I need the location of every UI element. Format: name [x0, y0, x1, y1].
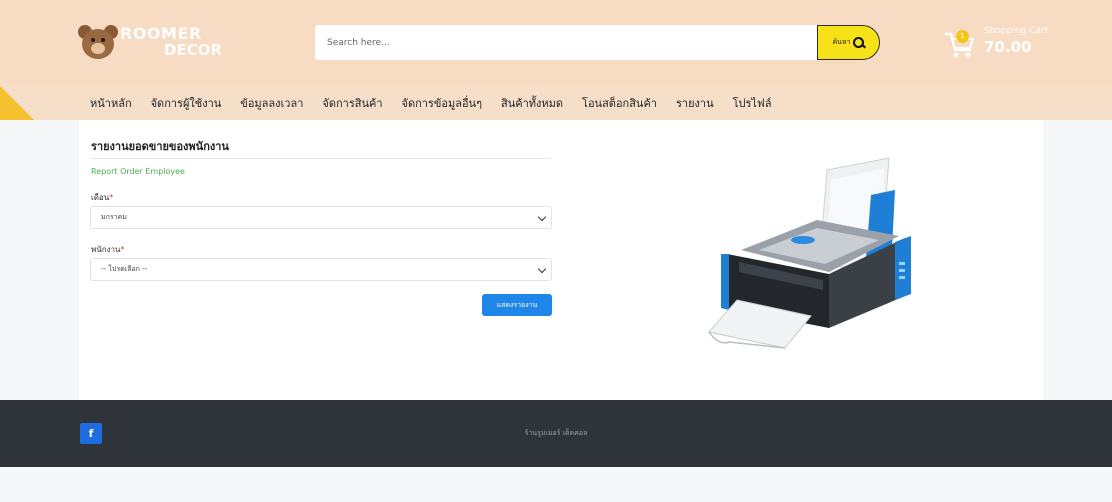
nav-item-reports[interactable]: รายงาน: [676, 94, 714, 112]
title-divider: [90, 158, 551, 159]
search-input[interactable]: [315, 25, 815, 60]
logo-line-2: DECOR: [164, 41, 223, 59]
month-select-value: มกราคม: [101, 213, 127, 221]
employee-select[interactable]: -- โปรดเลือก --: [90, 258, 552, 281]
chevron-down-icon: [537, 264, 547, 274]
site-logo[interactable]: ROOMER DECOR: [78, 22, 222, 62]
show-report-button[interactable]: แสดงรายงาน: [482, 294, 552, 316]
footer-copyright: ร้านรูมเมอร์ เด็คคอล: [524, 429, 588, 437]
bear-logo-icon: [78, 23, 118, 61]
site-footer: f ร้านรูมเมอร์ เด็คคอล: [0, 400, 1112, 467]
cart-total: 70.00: [984, 38, 1032, 56]
required-mark: *: [120, 245, 125, 254]
nav-item-profile[interactable]: โปรไฟล์: [733, 94, 772, 112]
search-button[interactable]: ค้นหา: [817, 25, 880, 60]
search-bar: ค้นหา: [315, 25, 880, 60]
nav-item-stock-transfer[interactable]: โอนสต็อกสินค้า: [582, 94, 657, 112]
month-label-text: เดือน: [91, 193, 110, 202]
nav-item-all-products[interactable]: สินค้าทั้งหมด: [501, 94, 563, 112]
nav-item-products[interactable]: จัดการสินค้า: [322, 94, 382, 112]
employee-label-text: พนักงาน: [91, 245, 121, 254]
month-select[interactable]: มกราคม: [90, 206, 552, 229]
nav-item-other-data[interactable]: จัดการข้อมูลอื่นๆ: [402, 94, 483, 112]
nav-item-timesheet[interactable]: ข้อมูลลงเวลา: [240, 94, 303, 112]
report-panel: รายงานยอดขายของพนักงาน Report Order Empl…: [79, 120, 1043, 400]
search-icon: [852, 36, 865, 49]
logo-text: ROOMER DECOR: [120, 24, 223, 59]
main-nav: หน้าหลัก จัดการผู้ใช้งาน ข้อมูลลงเวลา จั…: [90, 94, 790, 112]
logo-line-1: ROOMER: [120, 24, 202, 43]
employee-label: พนักงาน*: [91, 243, 124, 256]
required-mark: *: [109, 193, 114, 202]
nav-item-home[interactable]: หน้าหลัก: [90, 94, 132, 112]
cart-label: Shopping Cart: [984, 26, 1049, 36]
shopping-cart[interactable]: 1 Shopping Cart 70.00: [944, 26, 1064, 64]
month-label: เดือน*: [91, 191, 113, 204]
corner-accent: [0, 86, 34, 120]
page-subtitle: Report Order Employee: [91, 167, 185, 176]
cart-count-badge: 1: [956, 30, 969, 43]
site-header: ROOMER DECOR ค้นหา 1 Shopping Cart 70.00…: [0, 0, 1112, 120]
chevron-down-icon: [537, 212, 547, 222]
printer-icon: [708, 157, 911, 349]
page-title: รายงานยอดขายของพนักงาน: [91, 140, 229, 153]
employee-select-value: -- โปรดเลือก --: [101, 265, 148, 273]
search-button-label: ค้นหา: [832, 38, 851, 46]
nav-item-users[interactable]: จัดการผู้ใช้งาน: [151, 94, 222, 112]
